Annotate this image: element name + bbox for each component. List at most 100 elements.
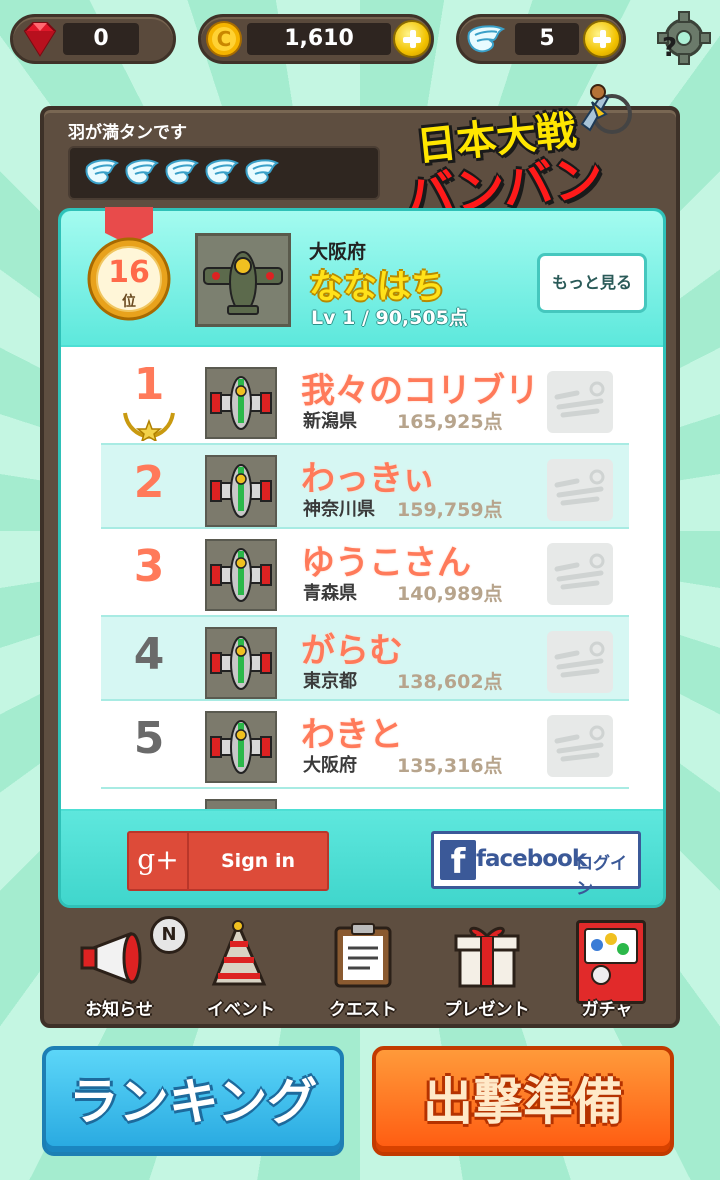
google-plus-icon: g+ bbox=[129, 833, 189, 889]
my-level-score: Lv 1 / 90,505点 bbox=[311, 307, 468, 329]
main-panel: 羽が満タンです 日本大戦 バンバン 16 位 大阪府 ななはち Lv 1 / 9… bbox=[40, 84, 680, 1028]
ranking-button-label: ランキング bbox=[68, 1073, 318, 1131]
player-plane-thumbnail bbox=[205, 799, 277, 809]
player-score: 140,989点 bbox=[397, 583, 503, 605]
my-plane-thumbnail bbox=[195, 233, 291, 327]
player-plane-thumbnail bbox=[205, 539, 277, 611]
my-player-name: ななはち bbox=[309, 267, 445, 307]
my-rank-header: 16 位 大阪府 ななはち Lv 1 / 90,505点 もっと見る bbox=[61, 207, 663, 345]
google-signin-button[interactable]: g+ Sign in bbox=[127, 831, 329, 891]
nav-quest-label: クエスト bbox=[329, 1000, 397, 1020]
google-signin-label: Sign in bbox=[221, 850, 295, 872]
ranking-row[interactable]: 1 我々のコリブリ 新潟県 165,925点 bbox=[101, 357, 629, 443]
plane-icon bbox=[210, 464, 272, 518]
player-score: 159,759点 bbox=[397, 499, 503, 521]
coin-count: 1,610 bbox=[247, 23, 391, 55]
ranking-row[interactable]: 5 わきと 大阪府 135,316点 bbox=[101, 701, 629, 787]
player-plane-thumbnail bbox=[205, 367, 277, 439]
sortie-prep-button[interactable]: 出撃準備 bbox=[372, 1046, 674, 1156]
player-plane-thumbnail bbox=[205, 711, 277, 783]
ruby-icon bbox=[23, 22, 57, 57]
my-rank-number: 16 bbox=[108, 255, 150, 290]
party-hat-icon bbox=[211, 920, 267, 986]
plane-icon bbox=[210, 376, 272, 430]
wing-icon bbox=[467, 25, 506, 53]
ranking-row[interactable]: 4 がらむ 東京都 138,602点 bbox=[101, 615, 629, 701]
nav-present[interactable]: プレゼント bbox=[432, 916, 542, 1024]
nav-gacha[interactable]: ガチャ bbox=[552, 916, 662, 1024]
plane-icon bbox=[210, 548, 272, 602]
player-name: ゆうこさん bbox=[301, 543, 471, 583]
facebook-f-icon: f bbox=[440, 840, 476, 882]
wing-slot-icon bbox=[245, 159, 280, 185]
game-logo-badge-icon bbox=[547, 543, 613, 605]
ranking-row[interactable]: 3 ゆうこさん 青森県 140,989点 bbox=[101, 529, 629, 615]
add-wings-button[interactable] bbox=[583, 20, 621, 58]
ranking-button[interactable]: ランキング bbox=[42, 1046, 344, 1156]
rank-number: 2 bbox=[133, 457, 165, 508]
game-logo-badge-icon bbox=[547, 715, 613, 777]
player-name: わっきぃ bbox=[301, 459, 436, 499]
game-logo: 日本大戦 バンバン bbox=[392, 80, 682, 227]
ranking-row[interactable]: 2 わっきぃ 神奈川県 159,759点 bbox=[101, 443, 629, 529]
wing-counter: 5 bbox=[456, 14, 626, 64]
player-plane-thumbnail bbox=[205, 627, 277, 699]
nav-quest[interactable]: クエスト bbox=[308, 916, 418, 1024]
clipboard-icon bbox=[334, 923, 392, 988]
player-score: 135,316点 bbox=[397, 755, 503, 777]
nav-gacha-label: ガチャ bbox=[581, 1000, 633, 1020]
wing-slot-icon bbox=[165, 159, 200, 185]
settings-gear-icon[interactable]: ? bbox=[650, 10, 712, 70]
coin-icon: C bbox=[206, 21, 242, 57]
nav-event[interactable]: イベント bbox=[186, 916, 296, 1024]
player-prefecture: 東京都 bbox=[303, 671, 357, 692]
player-score: 165,925点 bbox=[397, 411, 503, 433]
wing-status-label: 羽が満タンです bbox=[68, 123, 187, 143]
gem-count: 0 bbox=[63, 23, 139, 55]
svg-text:C: C bbox=[217, 27, 232, 51]
facebook-login-label: ログイン bbox=[576, 854, 627, 899]
plane-icon bbox=[203, 251, 283, 315]
game-logo-badge-icon bbox=[547, 631, 613, 693]
player-prefecture: 青森県 bbox=[303, 583, 357, 604]
nav-event-label: イベント bbox=[207, 1000, 275, 1020]
game-logo-badge-icon bbox=[547, 371, 613, 433]
more-button[interactable]: もっと見る bbox=[537, 253, 647, 313]
rank-number: 4 bbox=[133, 629, 165, 680]
player-score: 138,602点 bbox=[397, 671, 503, 693]
svg-text:?: ? bbox=[662, 33, 677, 63]
nav-present-label: プレゼント bbox=[444, 1000, 530, 1020]
ranking-list: 1 我々のコリブリ 新潟県 165,925点 2 わっきぃ 神奈川県 159,759点 3 ゆうこ… bbox=[61, 347, 663, 809]
rank-number: 1 bbox=[133, 359, 165, 410]
news-badge: N bbox=[150, 916, 188, 954]
wing-slot-icon bbox=[85, 159, 120, 185]
player-name: 我々のコリブリ bbox=[301, 371, 539, 411]
player-name: がらむ bbox=[301, 631, 403, 671]
megaphone-icon bbox=[80, 931, 142, 985]
wing-slot-icon bbox=[205, 159, 240, 185]
nav-news[interactable]: N お知らせ bbox=[64, 916, 188, 1024]
rank-number: 5 bbox=[133, 713, 165, 764]
sortie-button-label: 出撃準備 bbox=[423, 1073, 623, 1131]
coin-counter: C 1,610 bbox=[198, 14, 434, 64]
player-prefecture: 新潟県 bbox=[303, 411, 357, 432]
player-name: わきと bbox=[301, 715, 403, 755]
ranking-row-partial bbox=[101, 787, 629, 809]
facebook-brand: facebook bbox=[476, 846, 587, 872]
rank-number: 3 bbox=[133, 541, 165, 592]
facebook-login-button[interactable]: f facebook ログイン bbox=[431, 831, 641, 899]
gift-icon bbox=[454, 926, 520, 988]
nav-news-label: お知らせ bbox=[85, 1000, 153, 1020]
player-prefecture: 神奈川県 bbox=[303, 499, 375, 520]
player-prefecture: 大阪府 bbox=[303, 755, 357, 776]
gacha-machine-icon bbox=[576, 920, 646, 1004]
gem-counter: 0 bbox=[10, 14, 176, 64]
plane-icon bbox=[210, 636, 272, 690]
wing-slot-icon bbox=[125, 159, 160, 185]
add-coins-button[interactable] bbox=[393, 20, 431, 58]
game-logo-badge-icon bbox=[547, 459, 613, 521]
laurel-star-icon bbox=[123, 412, 175, 441]
social-login-bar: g+ Sign in f facebook ログイン bbox=[61, 811, 663, 905]
ranking-board: 16 位 大阪府 ななはち Lv 1 / 90,505点 もっと見る 1 我々のコ… bbox=[58, 207, 666, 908]
player-plane-thumbnail bbox=[205, 455, 277, 527]
